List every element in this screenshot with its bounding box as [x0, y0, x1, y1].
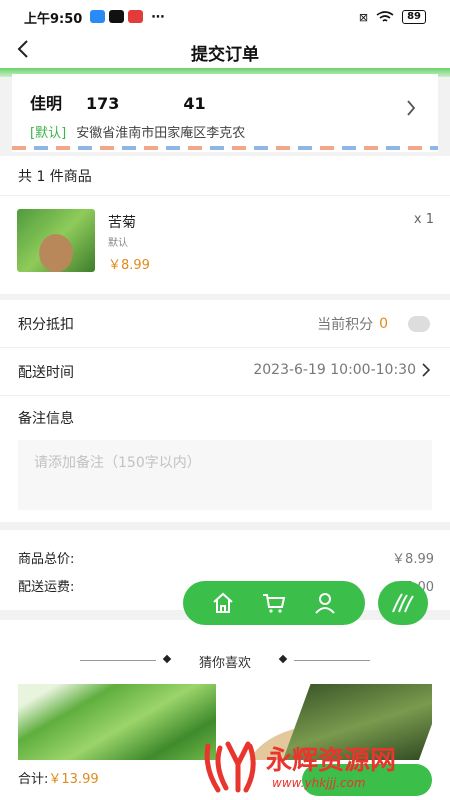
watermark-logo: [204, 741, 256, 793]
points-label: 积分抵扣: [18, 317, 74, 333]
more-dots-icon: ⋯: [151, 9, 165, 25]
watermark: 永辉资源网 www.yhkjjj.com: [202, 738, 434, 796]
envelope-stripe: [12, 146, 438, 150]
address-detail: 安徽省淮南市田家庵区李克农: [76, 126, 246, 141]
points-value: 0: [379, 316, 388, 332]
order-options: 积分抵扣 当前积分 0 配送时间 2023-6-19 10:00-10:30 备注…: [0, 300, 450, 522]
cart-icon[interactable]: [260, 589, 288, 617]
goods-total-value: ￥8.99: [392, 552, 434, 567]
points-row: 积分抵扣 当前积分 0: [0, 300, 450, 348]
page-title: 提交订单: [191, 45, 259, 65]
receiver-name: 佳明: [30, 94, 63, 113]
leaf-icon[interactable]: [378, 581, 428, 625]
points-current-label: 当前积分: [317, 317, 374, 333]
divider-left: [80, 660, 156, 661]
goods-name: 苦菊: [108, 215, 136, 231]
goods-item[interactable]: 苦菊 默认 ￥8.99 x 1: [0, 196, 450, 294]
diamond-right-icon: [278, 654, 288, 664]
remark-input[interactable]: [18, 440, 432, 510]
navbar: 提交订单: [0, 34, 450, 70]
tiktok-icon: [109, 9, 125, 23]
status-app-icons: ⋯: [90, 9, 165, 25]
status-right: ⊠ 89: [359, 10, 426, 24]
chevron-right-icon: [406, 98, 416, 122]
diamond-left-icon: [162, 654, 172, 664]
home-icon[interactable]: [209, 589, 237, 617]
status-time: 上午9:50: [24, 11, 83, 27]
goods-section: 共 1 件商品 苦菊 默认 ￥8.99 x 1: [0, 156, 450, 294]
delivery-value: 2023-6-19 10:00-10:30: [253, 362, 416, 378]
goods-price: ￥8.99: [108, 258, 150, 273]
goods-total-label: 商品总价:: [18, 552, 75, 567]
goods-total-row: 商品总价: ￥8.99: [0, 548, 450, 576]
goods-spec: 默认: [108, 238, 128, 249]
shipping-label: 配送运费:: [18, 580, 75, 595]
divider-right: [294, 660, 370, 661]
wifi-icon: [376, 10, 394, 22]
receiver-phone: 173 41: [86, 94, 206, 113]
remark-label: 备注信息: [18, 411, 74, 427]
recommend-header: 猜你喜欢: [0, 620, 450, 680]
battery-level: 89: [402, 10, 426, 24]
goods-count: 共 1 件商品: [0, 156, 450, 196]
app-notification-icon: [90, 9, 106, 23]
default-address-tag: [默认]: [30, 126, 67, 141]
total-value: ￥13.99: [48, 772, 99, 787]
address-card[interactable]: 佳明 173 41 [默认] 安徽省淮南市田家庵区李克农: [12, 74, 438, 152]
delivery-label: 配送时间: [18, 365, 74, 381]
points-toggle[interactable]: [408, 316, 430, 332]
recommend-title: 猜你喜欢: [198, 656, 251, 671]
watermark-text: 永辉资源网: [266, 746, 397, 776]
chevron-right-icon: [422, 363, 430, 377]
watermark-url: www.yhkjjj.com: [272, 776, 366, 790]
app-badge-icon: [128, 9, 144, 23]
sim-off-icon: ⊠: [358, 10, 369, 24]
floating-nav: [183, 581, 365, 625]
goods-thumbnail: [17, 209, 95, 272]
user-icon[interactable]: [311, 589, 339, 617]
delivery-time-row[interactable]: 配送时间 2023-6-19 10:00-10:30: [0, 348, 450, 396]
status-bar: 上午9:50 ⋯ ⊠ 89: [0, 0, 450, 34]
total-label: 合计:: [18, 772, 49, 787]
goods-quantity: x 1: [413, 212, 434, 227]
